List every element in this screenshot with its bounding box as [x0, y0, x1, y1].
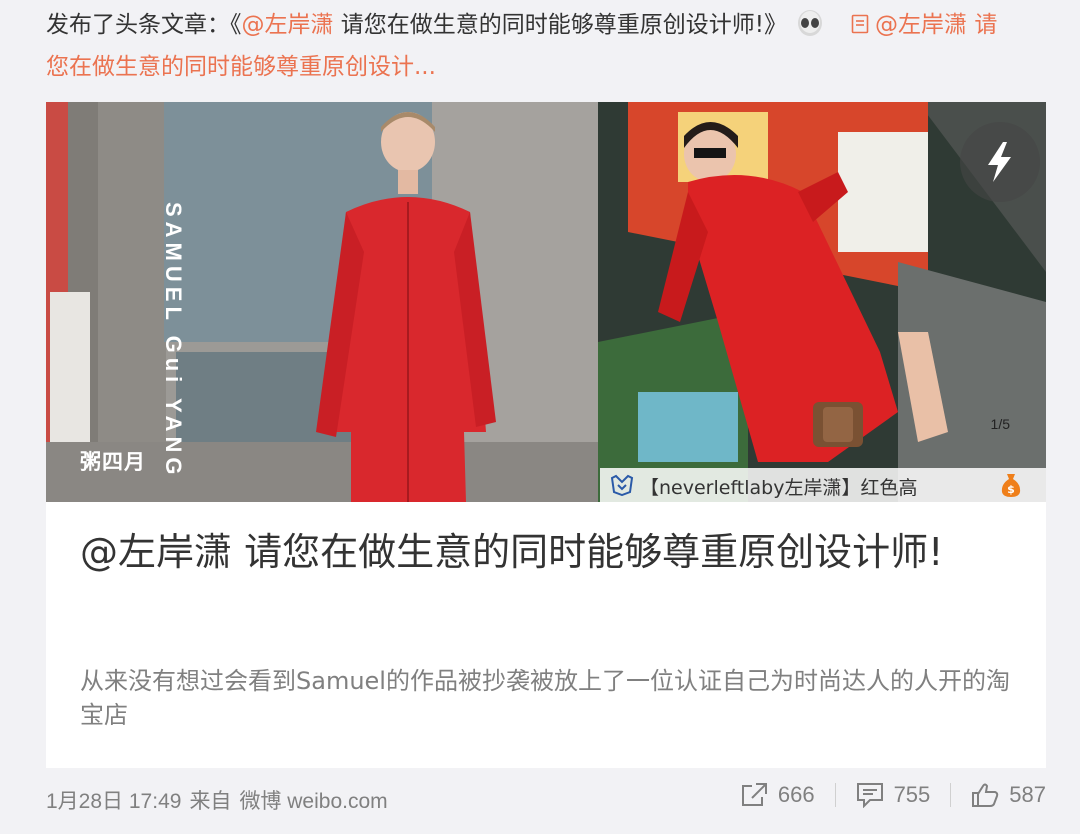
article-title[interactable]: @左岸潇 请您在做生意的同时能够尊重原创设计师!: [80, 526, 1010, 578]
post-actions: 666 755 587: [740, 782, 1046, 808]
post-text: 发布了头条文章：《@左岸潇 请您在做生意的同时能够尊重原创设计师!》 @左岸潇 …: [46, 4, 1046, 88]
post-meta: 1月28日 17:49 来自 微博 weibo.com: [46, 785, 396, 815]
article-summary: 从来没有想过会看到Samuel的作品被抄袭被放上了一位认证自己为时尚达人的人开的…: [80, 667, 1010, 729]
page-indicator: 1/5: [990, 416, 1010, 432]
alien-emoji-icon: [795, 8, 825, 38]
flash-button[interactable]: [960, 122, 1040, 202]
like-button[interactable]: 587: [971, 782, 1046, 808]
like-count: 587: [1009, 782, 1046, 807]
left-caption: 粥四月: [80, 450, 146, 474]
share-icon: [741, 783, 767, 806]
share-count: 666: [777, 782, 815, 807]
post-prefix: 发布了头条文章：《: [46, 12, 242, 38]
article-doc-icon: [851, 6, 869, 34]
money-bag-icon: $: [1001, 474, 1021, 497]
comment-button[interactable]: 755: [856, 782, 931, 808]
shop-caption-text: 【neverleftlaby左岸潇】红色高: [640, 477, 918, 499]
post-date[interactable]: 1月28日 17:49: [46, 790, 181, 813]
svg-text:$: $: [1007, 483, 1015, 496]
article-card[interactable]: SAMUEL Gui YANG 粥四月 1/5 【neverleftlaby左岸…: [46, 102, 1046, 768]
flash-icon: [988, 142, 1011, 182]
share-button[interactable]: 666: [740, 782, 815, 808]
action-divider: [950, 783, 952, 807]
post-title-text: 请您在做生意的同时能够尊重原创设计师!》: [333, 12, 788, 38]
article-cover: SAMUEL Gui YANG 粥四月 1/5 【neverleftlaby左岸…: [46, 102, 1046, 502]
cover-photo-left: [46, 102, 598, 502]
comment-icon: [856, 783, 883, 808]
article-link-line1: @左岸潇 请: [875, 12, 998, 38]
shop-caption-bar: 【neverleftlaby左岸潇】红色高 $: [600, 468, 1046, 502]
source-link[interactable]: 微博 weibo.com: [239, 790, 387, 813]
thumbs-up-icon: [972, 783, 999, 807]
article-link-line2: 您在做生意的同时能够尊重原创设计...: [46, 54, 436, 80]
vertical-watermark: SAMUEL Gui YANG: [161, 202, 186, 480]
mention-link[interactable]: @左岸潇: [242, 12, 334, 38]
action-divider: [834, 783, 836, 807]
comment-count: 755: [893, 782, 931, 807]
source-prefix: 来自: [189, 790, 232, 813]
shop-badge-icon: [610, 474, 634, 496]
